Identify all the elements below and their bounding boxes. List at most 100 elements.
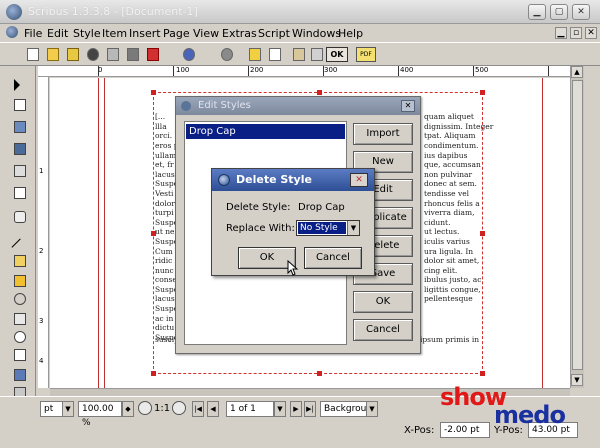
ok-button[interactable]: OK — [353, 291, 413, 313]
shape-rectangle-icon[interactable] — [11, 184, 29, 202]
zoom-field[interactable]: 100.00 % — [78, 401, 122, 428]
dialog-icon — [181, 101, 191, 111]
menu-insert[interactable]: Insert — [129, 27, 161, 40]
first-page-icon[interactable]: |◀ — [192, 401, 204, 417]
new-document-icon[interactable] — [24, 46, 42, 64]
scroll-up-arrow-icon[interactable]: ▲ — [571, 66, 583, 78]
cancel-button[interactable]: Cancel — [304, 247, 362, 269]
edit-styles-title: Edit Styles — [198, 100, 251, 111]
preflight-ok-button[interactable]: OK — [326, 47, 348, 62]
menu-extras[interactable]: Extras — [222, 27, 257, 40]
ruler-label: 300 — [324, 66, 338, 74]
close-document-icon[interactable] — [84, 46, 102, 64]
chevron-down-icon[interactable]: ▼ — [274, 401, 286, 417]
delete-style-label: Delete Style: — [226, 202, 291, 213]
redo-icon[interactable] — [218, 46, 236, 64]
minimize-button[interactable]: ▁ — [528, 4, 546, 20]
close-icon[interactable]: ✕ — [401, 100, 415, 112]
text-frame-icon[interactable] — [11, 96, 29, 114]
delete-style-value: Drop Cap — [298, 202, 345, 213]
rotate-icon[interactable] — [11, 290, 29, 308]
menu-file[interactable]: File — [24, 27, 42, 40]
title-bar: Scribus 1.3.3.8 - [Document-1] ▁ ▢ ✕ — [0, 0, 600, 24]
zoom-spin-icon[interactable]: ◆ — [122, 401, 134, 417]
menu-view[interactable]: View — [193, 27, 219, 40]
menu-item[interactable]: Item — [102, 27, 127, 40]
replace-with-select[interactable]: No Style ▼ — [296, 220, 360, 236]
import-button[interactable]: Import — [353, 123, 413, 145]
chevron-down-icon[interactable]: ▼ — [347, 221, 359, 235]
replace-with-value: No Style — [298, 222, 346, 234]
ruler-label: 100 — [176, 66, 190, 74]
export-pdf-icon[interactable] — [144, 46, 162, 64]
story-editor-icon[interactable] — [11, 346, 29, 364]
ruler-label: 200 — [250, 66, 264, 74]
document-icon — [6, 26, 18, 38]
mouse-cursor-icon — [287, 260, 299, 276]
scroll-thumb[interactable] — [572, 80, 583, 370]
mdi-close-button[interactable]: ✕ — [585, 27, 597, 39]
open-folder-icon[interactable] — [44, 46, 62, 64]
ruler-label: 400 — [400, 66, 414, 74]
delete-style-titlebar[interactable]: Delete Style ✕ — [212, 169, 374, 191]
vertical-scrollbar[interactable]: ▲ ▼ — [570, 66, 584, 388]
window-title: Scribus 1.3.3.8 - [Document-1] — [28, 5, 198, 18]
previous-page-icon[interactable]: ◀ — [207, 401, 219, 417]
paste-icon[interactable] — [290, 46, 308, 64]
margin-guide — [542, 78, 543, 388]
line-icon[interactable] — [11, 232, 29, 256]
chevron-down-icon[interactable]: ▼ — [62, 401, 74, 417]
edit-styles-titlebar[interactable]: Edit Styles ✕ — [176, 97, 420, 115]
print-icon[interactable] — [104, 46, 122, 64]
list-item[interactable]: Drop Cap — [186, 124, 345, 139]
last-page-icon[interactable]: ▶| — [304, 401, 316, 417]
ruler-label: 4 — [39, 357, 44, 365]
table-icon[interactable] — [11, 162, 29, 180]
polygon-icon[interactable] — [11, 208, 29, 226]
next-page-icon[interactable]: ▶ — [290, 401, 302, 417]
bezier-icon[interactable] — [11, 252, 29, 270]
replace-with-label: Replace With: — [226, 223, 295, 234]
zoom-out-icon[interactable] — [138, 401, 152, 415]
dialog-icon — [218, 174, 230, 186]
zoom-in-icon[interactable] — [172, 401, 186, 415]
image-frame-icon[interactable] — [11, 118, 29, 136]
preflight-icon[interactable] — [124, 46, 142, 64]
horizontal-ruler: 0 100 200 300 400 500 — [38, 66, 570, 77]
select-arrow-icon[interactable] — [11, 76, 29, 94]
ruler-label: 1 — [39, 167, 44, 175]
close-icon[interactable]: ✕ — [350, 173, 368, 187]
x-pos-label: X-Pos: — [404, 425, 435, 436]
menu-edit[interactable]: Edit — [47, 27, 68, 40]
link-frames-icon[interactable] — [11, 366, 29, 384]
menu-help[interactable]: Help — [338, 27, 363, 40]
margin-guide — [98, 78, 99, 388]
render-frame-icon[interactable] — [11, 140, 29, 158]
save-icon[interactable] — [64, 46, 82, 64]
undo-icon[interactable] — [180, 46, 198, 64]
page-select[interactable]: 1 of 1 — [226, 401, 274, 417]
copy-icon[interactable] — [266, 46, 284, 64]
cancel-button[interactable]: Cancel — [353, 319, 413, 341]
pdf-export-button[interactable]: PDF — [356, 47, 376, 62]
close-button[interactable]: ✕ — [572, 4, 590, 20]
cut-icon[interactable] — [246, 46, 264, 64]
showmedo-logo: show medo — [440, 383, 580, 431]
chevron-down-icon[interactable]: ▼ — [366, 401, 378, 417]
eyedropper-icon[interactable] — [308, 46, 326, 64]
maximize-button[interactable]: ▢ — [550, 4, 568, 20]
menu-windows[interactable]: Windows — [292, 27, 341, 40]
freehand-icon[interactable] — [11, 272, 29, 290]
mdi-minimize-button[interactable]: ▁ — [555, 27, 567, 39]
menu-style[interactable]: Style — [73, 27, 101, 40]
zoom-ratio[interactable]: 1:1 — [154, 403, 170, 414]
app-icon — [6, 4, 22, 20]
menu-page[interactable]: Page — [163, 27, 190, 40]
edit-contents-icon[interactable] — [11, 310, 29, 328]
margin-guide — [104, 78, 105, 388]
mdi-restore-button[interactable]: ▫ — [570, 27, 582, 39]
delete-style-title: Delete Style — [236, 173, 312, 186]
zoom-icon[interactable] — [11, 328, 29, 346]
menu-script[interactable]: Script — [258, 27, 290, 40]
ruler-label: 3 — [39, 317, 44, 325]
